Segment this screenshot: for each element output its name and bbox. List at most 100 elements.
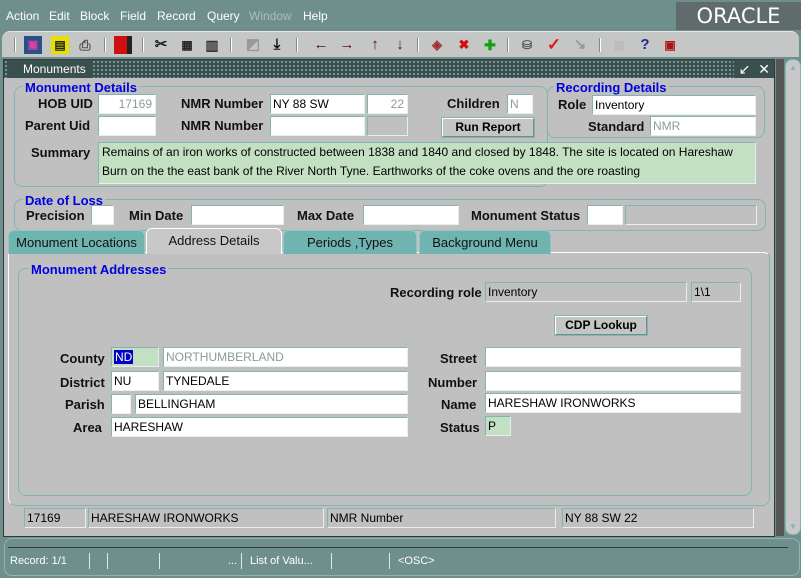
menu-block[interactable]: Block [80, 9, 109, 23]
exit-icon[interactable] [114, 36, 132, 54]
menu-action[interactable]: Action [6, 9, 39, 23]
summary-field[interactable]: Remains of an iron works of constructed … [98, 142, 756, 184]
monument-addresses-title: Monument Addresses [29, 262, 169, 277]
insert-record-icon[interactable]: ✚ [481, 36, 499, 54]
menu-field[interactable]: Field [120, 9, 146, 23]
role-label: Role [558, 97, 587, 112]
district-code-field[interactable]: NU [111, 371, 159, 391]
erase-icon[interactable]: ◈ [428, 36, 446, 54]
menu-bar: Action Edit Block Field Record Query Win… [0, 0, 801, 30]
commit-check-icon[interactable]: ✓ [545, 36, 563, 54]
footer-name-field: HARESHAW IRONWORKS [88, 508, 324, 528]
window-border [776, 59, 784, 536]
precision-field[interactable] [91, 205, 114, 225]
save-icon[interactable]: ▤ [51, 36, 69, 54]
next-record-icon[interactable]: ↓ [391, 36, 409, 54]
standard-field[interactable]: NMR [650, 116, 756, 136]
max-date-label: Max Date [297, 208, 355, 223]
standard-label: Standard [588, 119, 645, 134]
menu-record[interactable]: Record [157, 9, 196, 23]
cdp-lookup-button[interactable]: CDP Lookup [554, 315, 648, 336]
monument-status-description [625, 205, 757, 225]
monument-status-field[interactable] [587, 205, 623, 225]
vertical-scrollbar[interactable]: ▲ ▼ [785, 59, 801, 535]
nmr-number2-suffix-field[interactable] [367, 116, 408, 136]
paste-icon[interactable]: ▥ [203, 36, 221, 54]
run-report-button[interactable]: Run Report [441, 117, 535, 138]
parish-code-field[interactable] [111, 394, 131, 414]
nmr-number2-field[interactable] [270, 116, 365, 136]
name-field[interactable]: HARESHAW IRONWORKS [485, 393, 741, 413]
county-code-field[interactable]: ND [111, 347, 159, 367]
status-cell-3 [108, 553, 160, 569]
minimize-icon[interactable]: ↙ [739, 61, 751, 77]
tab-monument-locations[interactable]: Monument Locations [8, 230, 145, 254]
cut-icon[interactable]: ✂ [152, 36, 170, 54]
record-counter-field: 1\1 [691, 282, 741, 302]
street-label: Street [440, 351, 477, 366]
clear-icon[interactable]: ◩ [244, 36, 262, 54]
previous-record-icon[interactable]: ↑ [366, 36, 384, 54]
close-icon[interactable]: ✕ [758, 61, 770, 77]
tab-periods-types[interactable]: Periods ,Types [283, 230, 417, 254]
nmr-number-label: NMR Number [181, 96, 264, 111]
status-field[interactable]: P [485, 416, 511, 436]
parish-label: Parish [65, 397, 105, 412]
monument-status-label: Monument Status [471, 208, 581, 223]
recording-role-label: Recording role [390, 285, 482, 300]
tab-background-menu[interactable]: Background Menu [419, 230, 551, 254]
keyboard-icon[interactable]: ▦ [610, 36, 628, 54]
forms-icon[interactable]: ▣ [661, 36, 679, 54]
menu-window[interactable]: Window [249, 9, 292, 23]
nmr-number2-label: NMR Number [181, 118, 264, 133]
number-field[interactable] [485, 371, 741, 391]
menu-query[interactable]: Query [207, 9, 240, 23]
status-cell-2 [90, 553, 108, 569]
street-field[interactable] [485, 347, 741, 367]
execute-query-icon[interactable]: ↘ [571, 36, 589, 54]
hob-uid-field[interactable]: 17169 [98, 94, 156, 114]
district-name-field[interactable]: TYNEDALE [163, 371, 408, 391]
nmr-number-field[interactable]: NY 88 SW [270, 94, 365, 114]
print-icon[interactable]: ⎙ [76, 36, 94, 54]
recording-details-title: Recording Details [554, 80, 669, 95]
parish-name-field[interactable]: BELLINGHAM [135, 394, 408, 414]
scroll-down-icon[interactable]: ▼ [789, 522, 797, 531]
status-record: Record: 1/1 [6, 553, 90, 569]
menu-edit[interactable]: Edit [49, 9, 70, 23]
delete-record-icon[interactable]: ✖ [455, 36, 473, 54]
name-label: Name [441, 397, 477, 412]
query-icon[interactable]: ⛁ [518, 36, 536, 54]
hob-uid-label: HOB UID [38, 96, 93, 111]
scroll-up-icon[interactable]: ▲ [789, 63, 797, 72]
parent-uid-field[interactable] [98, 116, 156, 136]
toolbar-separator [507, 38, 509, 52]
county-name-field: NORTHUMBERLAND [163, 347, 408, 367]
role-field[interactable]: Inventory [592, 95, 756, 115]
toolbar: ▣ ▤ ⎙ ✂ ▦ ▥ ◩ ⤓ ← → ↑ ↓ ◈ ✖ ✚ ⛁ ✓ ↘ ▦ ? … [2, 31, 799, 57]
toolbar-separator [417, 38, 419, 52]
tab-address-details[interactable]: Address Details [146, 228, 282, 254]
nmr-number-suffix-field[interactable]: 22 [367, 94, 408, 114]
new-window-icon[interactable]: ▣ [24, 36, 42, 54]
max-date-field[interactable] [363, 205, 459, 225]
min-date-field[interactable] [191, 205, 284, 225]
monument-details-title: Monument Details [23, 80, 139, 95]
window-controls: ↙ ✕ [734, 60, 774, 78]
status-lov: List of Valu... [246, 553, 332, 569]
next-block-icon[interactable]: → [338, 36, 356, 54]
recording-role-field: Inventory [485, 282, 687, 302]
status-cell-6 [332, 553, 390, 569]
min-date-label: Min Date [129, 208, 184, 223]
help-icon[interactable]: ? [636, 36, 654, 54]
copy-icon[interactable]: ▦ [178, 36, 196, 54]
toolbar-separator [296, 38, 298, 52]
download-icon[interactable]: ⤓ [268, 36, 286, 54]
status-osc: <OSC> [398, 555, 435, 567]
window-titlebar[interactable]: Monuments ↙ ✕ [4, 60, 774, 78]
area-field[interactable]: HARESHAW [111, 417, 408, 437]
menu-help[interactable]: Help [303, 9, 328, 23]
previous-block-icon[interactable]: ← [312, 36, 330, 54]
children-field[interactable]: N [507, 94, 533, 114]
county-label: County [60, 351, 105, 366]
